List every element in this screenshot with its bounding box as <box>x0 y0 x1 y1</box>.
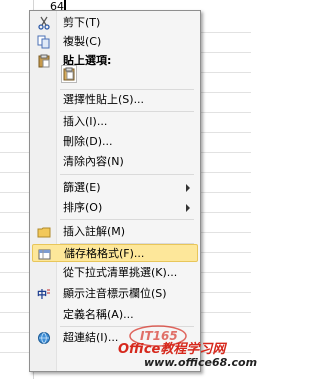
menu-item-label: 複製(C) <box>63 35 102 48</box>
menu-item-label: 清除內容(N) <box>63 155 124 168</box>
menu-item-cut[interactable]: 剪下(T) <box>32 14 198 32</box>
clipboard-icon <box>63 67 75 81</box>
submenu-arrow-icon <box>186 204 190 212</box>
menu-item-label: 排序(O) <box>63 201 103 214</box>
folder-icon <box>37 225 51 239</box>
menu-item-paste-options: 貼上選項: <box>32 52 198 70</box>
menu-item-insert[interactable]: 插入(I)... <box>32 113 198 131</box>
menu-separator <box>60 89 194 90</box>
site-watermark: IT165 Office教程学习网 www.office68.com <box>110 316 257 379</box>
format-cells-icon <box>38 247 52 261</box>
menu-item-label: 選擇性貼上(S)... <box>63 93 145 106</box>
menu-item-sort[interactable]: 排序(O) <box>32 199 198 217</box>
menu-item-label: 插入註解(M) <box>63 225 126 238</box>
submenu-arrow-icon <box>186 184 190 192</box>
menu-item-copy[interactable]: 複製(C) <box>32 33 198 51</box>
hyperlink-icon <box>37 331 51 345</box>
menu-item-label: 插入(I)... <box>63 115 108 128</box>
copy-icon <box>37 35 51 49</box>
menu-separator <box>60 111 194 112</box>
menu-item-show-phonetic[interactable]: 中 顯示注音標示欄位(S) <box>32 285 198 303</box>
paste-option-button[interactable] <box>61 65 77 83</box>
menu-item-pick-from-list[interactable]: 從下拉式清單挑選(K)... <box>32 264 198 282</box>
scissors-icon <box>37 16 51 30</box>
menu-item-label: 從下拉式清單挑選(K)... <box>63 266 178 279</box>
menu-item-clear-contents[interactable]: 清除內容(N) <box>32 153 198 171</box>
menu-separator <box>60 174 194 175</box>
phonetic-icon: 中 <box>37 287 51 301</box>
watermark-title: Office教程学习网 <box>118 342 226 357</box>
menu-item-delete[interactable]: 刪除(D)... <box>32 133 198 151</box>
svg-text:中: 中 <box>37 288 47 301</box>
menu-item-label: 顯示注音標示欄位(S) <box>63 287 167 300</box>
menu-item-format-cells[interactable]: 儲存格格式(F)... <box>32 244 198 262</box>
menu-item-label: 刪除(D)... <box>63 135 113 148</box>
menu-separator <box>60 219 194 220</box>
menu-item-insert-comment[interactable]: 插入註解(M) <box>32 223 198 241</box>
menu-item-label: 儲存格格式(F)... <box>64 247 145 260</box>
watermark-url: www.office68.com <box>144 356 258 369</box>
menu-item-filter[interactable]: 篩選(E) <box>32 179 198 197</box>
menu-item-label: 剪下(T) <box>63 16 101 29</box>
clipboard-icon <box>37 54 51 68</box>
menu-item-label: 篩選(E) <box>63 181 101 194</box>
menu-item-paste-special[interactable]: 選擇性貼上(S)... <box>32 91 198 109</box>
